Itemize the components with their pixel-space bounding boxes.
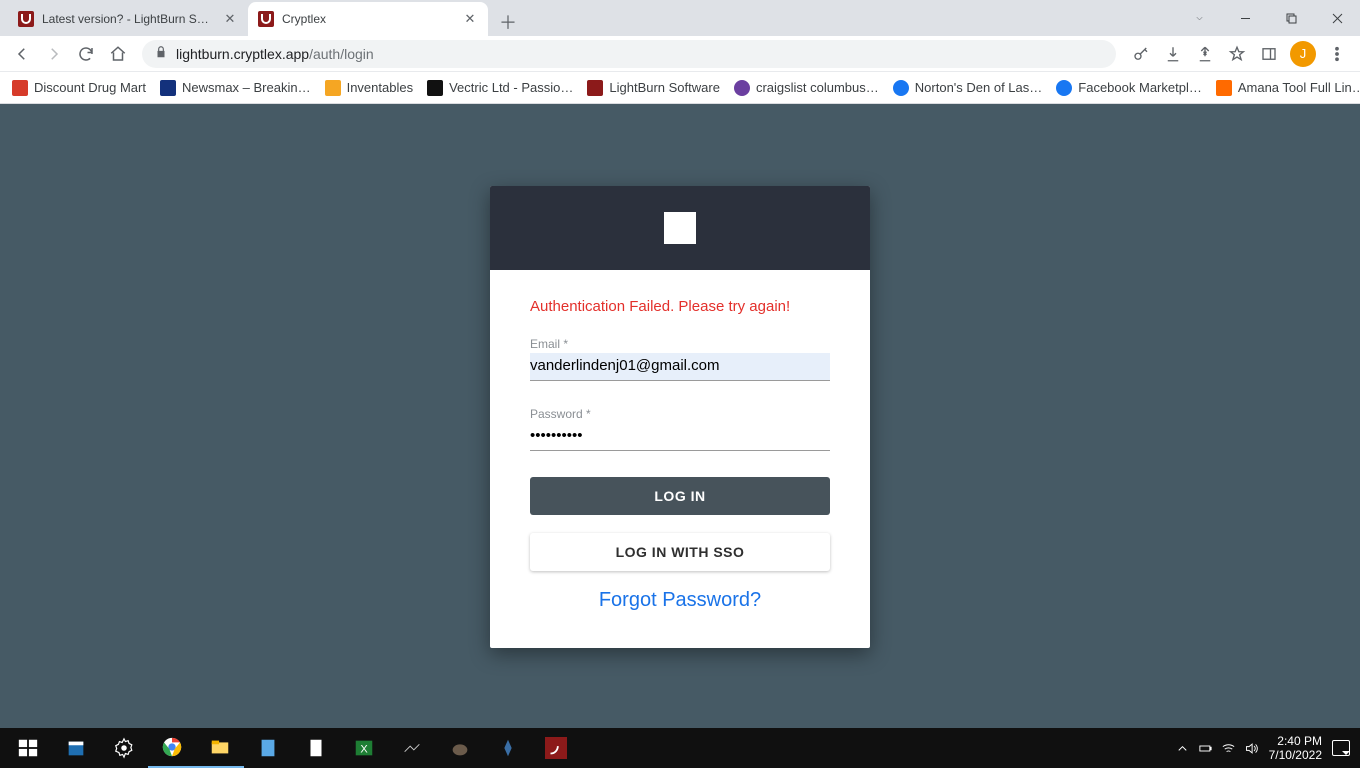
bookmark-label: Norton's Den of Las… (915, 80, 1043, 95)
browser-tab-cryptlex[interactable]: Cryptlex ✕ (248, 2, 488, 36)
url-text: lightburn.cryptlex.app/auth/login (176, 46, 1104, 62)
bookmark-icon (12, 80, 28, 96)
logo-icon (664, 212, 696, 244)
taskbar-app-settings[interactable] (100, 728, 148, 768)
bookmark-item[interactable]: craigslist columbus… (734, 80, 879, 96)
share-icon[interactable] (1190, 39, 1220, 69)
battery-icon[interactable] (1198, 741, 1213, 756)
browser-tab-lightburn[interactable]: Latest version? - LightBurn Softw ✕ (8, 2, 248, 36)
bookmark-item[interactable]: Amana Tool Full Lin… (1216, 80, 1360, 96)
login-card: Authentication Failed. Please try again!… (490, 186, 870, 648)
svg-text:X: X (360, 744, 368, 756)
chevron-up-icon[interactable] (1175, 741, 1190, 756)
taskbar-app-lightburn[interactable] (532, 728, 580, 768)
menu-button[interactable] (1322, 39, 1352, 69)
close-icon[interactable]: ✕ (222, 11, 238, 27)
tab-title: Cryptlex (282, 12, 454, 26)
maximize-button[interactable] (1268, 0, 1314, 36)
clock-date: 7/10/2022 (1269, 748, 1322, 762)
error-message: Authentication Failed. Please try again! (530, 298, 830, 315)
sidepanel-icon[interactable] (1254, 39, 1284, 69)
favicon-icon (258, 11, 274, 27)
taskbar-app-generic2[interactable] (484, 728, 532, 768)
bookmarks-bar: Discount Drug Mart Newsmax – Breakin… In… (0, 72, 1360, 104)
home-button[interactable] (104, 40, 132, 68)
taskbar-app-generic1[interactable] (388, 728, 436, 768)
bookmark-icon (587, 80, 603, 96)
address-bar[interactable]: lightburn.cryptlex.app/auth/login (142, 40, 1116, 68)
system-tray[interactable] (1175, 741, 1259, 756)
bookmark-item[interactable]: Facebook Marketpl… (1056, 80, 1202, 96)
bookmark-icon (427, 80, 443, 96)
reload-button[interactable] (72, 40, 100, 68)
bookmark-item[interactable]: LightBurn Software (587, 80, 720, 96)
close-window-button[interactable] (1314, 0, 1360, 36)
page-content: Authentication Failed. Please try again!… (0, 104, 1360, 728)
profile-avatar[interactable]: J (1290, 41, 1316, 67)
bookmark-item[interactable]: Inventables (325, 80, 414, 96)
window-controls (1176, 0, 1360, 36)
bookmark-item[interactable]: Vectric Ltd - Passio… (427, 80, 573, 96)
bookmark-item[interactable]: Discount Drug Mart (12, 80, 146, 96)
taskbar-app-chrome[interactable] (148, 728, 196, 768)
email-field[interactable] (530, 353, 830, 381)
bookmark-label: Newsmax – Breakin… (182, 80, 311, 95)
toolbar: lightburn.cryptlex.app/auth/login J (0, 36, 1360, 72)
taskbar-app-store[interactable] (52, 728, 100, 768)
bookmark-icon (734, 80, 750, 96)
taskbar-app-gimp[interactable] (436, 728, 484, 768)
card-header (490, 186, 870, 270)
favicon-icon (18, 11, 34, 27)
taskbar-app-excel[interactable]: X (340, 728, 388, 768)
wifi-icon[interactable] (1221, 741, 1236, 756)
taskbar-app-explorer[interactable] (196, 728, 244, 768)
start-button[interactable] (4, 728, 52, 768)
clock-time: 2:40 PM (1269, 734, 1322, 748)
volume-icon[interactable] (1244, 741, 1259, 756)
bookmark-icon (893, 80, 909, 96)
back-button[interactable] (8, 40, 36, 68)
bookmark-icon (1056, 80, 1072, 96)
email-label: Email * (530, 337, 830, 351)
bookmark-label: Amana Tool Full Lin… (1238, 80, 1360, 95)
notifications-button[interactable] (1332, 740, 1350, 756)
taskbar-app-notes[interactable] (244, 728, 292, 768)
tab-title: Latest version? - LightBurn Softw (42, 12, 214, 26)
login-button[interactable]: LOG IN (530, 477, 830, 515)
tab-strip: Latest version? - LightBurn Softw ✕ Cryp… (0, 0, 1360, 36)
close-icon[interactable]: ✕ (462, 11, 478, 27)
bookmark-label: Facebook Marketpl… (1078, 80, 1202, 95)
key-icon[interactable] (1126, 39, 1156, 69)
minimize-button[interactable] (1222, 0, 1268, 36)
bookmark-label: Inventables (347, 80, 414, 95)
bookmark-label: LightBurn Software (609, 80, 720, 95)
tab-search-button[interactable] (1176, 0, 1222, 36)
toolbar-actions: J (1126, 39, 1352, 69)
bookmark-label: Discount Drug Mart (34, 80, 146, 95)
login-sso-button[interactable]: LOG IN WITH SSO (530, 533, 830, 571)
lock-icon (154, 45, 168, 62)
taskbar: X 2:40 PM 7/10/2022 (0, 728, 1360, 768)
bookmark-icon (160, 80, 176, 96)
password-field[interactable] (530, 423, 830, 451)
password-label: Password * (530, 407, 830, 421)
forward-button[interactable] (40, 40, 68, 68)
avatar-initial: J (1300, 46, 1307, 61)
download-icon[interactable] (1158, 39, 1188, 69)
new-tab-button[interactable]: ＋ (494, 8, 522, 36)
bookmark-label: craigslist columbus… (756, 80, 879, 95)
bookmark-item[interactable]: Norton's Den of Las… (893, 80, 1043, 96)
taskbar-app-doc[interactable] (292, 728, 340, 768)
bookmark-label: Vectric Ltd - Passio… (449, 80, 573, 95)
forgot-password-link[interactable]: Forgot Password? (530, 589, 830, 612)
bookmark-item[interactable]: Newsmax – Breakin… (160, 80, 311, 96)
bookmark-icon[interactable] (1222, 39, 1252, 69)
bookmark-icon (325, 80, 341, 96)
taskbar-clock[interactable]: 2:40 PM 7/10/2022 (1269, 734, 1322, 762)
bookmark-icon (1216, 80, 1232, 96)
